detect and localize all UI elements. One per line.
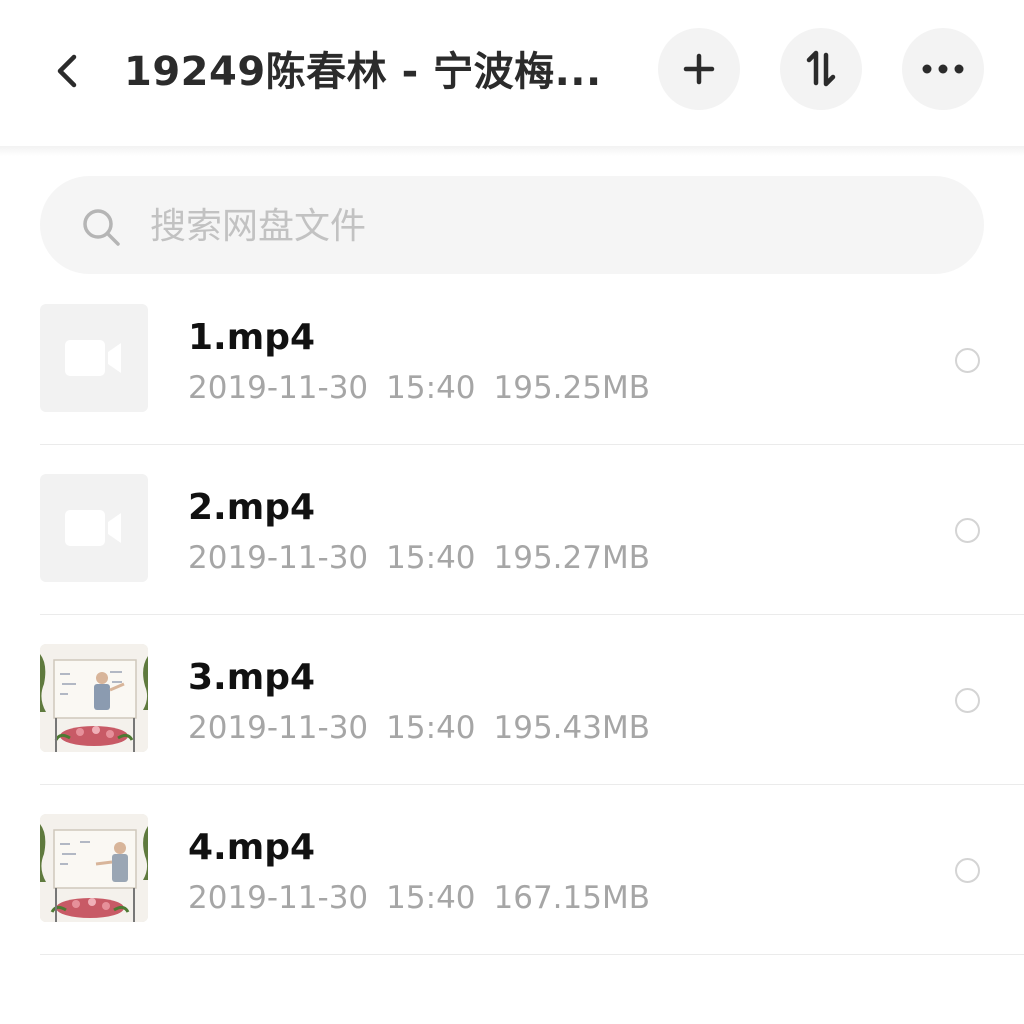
- video-frame-thumbnail: [40, 644, 148, 752]
- file-date: 2019-11-30: [188, 710, 369, 746]
- file-size: 195.43MB: [493, 710, 650, 746]
- file-meta: 2019-11-30 15:40 195.27MB: [188, 538, 668, 578]
- file-time: 15:40: [386, 880, 476, 916]
- page-title: 19249陈春林 - 宁波梅...: [124, 49, 602, 95]
- file-date: 2019-11-30: [188, 540, 369, 576]
- file-size: 195.27MB: [493, 540, 650, 576]
- file-time: 15:40: [386, 710, 476, 746]
- divider: [40, 954, 1024, 955]
- select-radio[interactable]: [955, 858, 980, 883]
- file-meta: 2019-11-30 15:40 167.15MB: [188, 878, 668, 918]
- file-time: 15:40: [386, 540, 476, 576]
- file-row[interactable]: 2.mp4 2019-11-30 15:40 195.27MB: [0, 474, 1024, 644]
- file-row[interactable]: 4.mp4 2019-11-30 15:40 167.15MB: [0, 814, 1024, 984]
- plus-icon: [683, 53, 715, 85]
- file-meta: 2019-11-30 15:40 195.43MB: [188, 708, 668, 748]
- search-input[interactable]: [150, 196, 910, 256]
- select-radio[interactable]: [955, 348, 980, 373]
- file-name: 3.mp4: [188, 657, 316, 698]
- file-row[interactable]: 3.mp4 2019-11-30 15:40 195.43MB: [0, 644, 1024, 814]
- file-date: 2019-11-30: [188, 370, 369, 406]
- search-icon: [83, 209, 120, 246]
- video-placeholder-icon: [40, 474, 148, 582]
- file-size: 195.25MB: [493, 370, 650, 406]
- back-button[interactable]: [44, 45, 90, 97]
- divider: [40, 444, 1024, 445]
- select-radio[interactable]: [955, 518, 980, 543]
- chevron-left-icon: [57, 54, 77, 88]
- add-button[interactable]: [658, 28, 740, 110]
- file-row[interactable]: 1.mp4 2019-11-30 15:40 195.25MB: [0, 304, 1024, 474]
- file-name: 2.mp4: [188, 487, 316, 528]
- select-radio[interactable]: [955, 688, 980, 713]
- sort-arrows-icon: [806, 50, 836, 87]
- divider: [40, 614, 1024, 615]
- file-date: 2019-11-30: [188, 880, 369, 916]
- file-meta: 2019-11-30 15:40 195.25MB: [188, 368, 668, 408]
- divider: [40, 784, 1024, 785]
- file-size: 167.15MB: [493, 880, 650, 916]
- more-dots-icon: [922, 64, 964, 74]
- video-frame-thumbnail: [40, 814, 148, 922]
- header-shadow: [0, 146, 1024, 156]
- file-name: 4.mp4: [188, 827, 316, 868]
- video-placeholder-icon: [40, 304, 148, 412]
- top-bar: 19249陈春林 - 宁波梅...: [0, 0, 1024, 146]
- file-name: 1.mp4: [188, 317, 316, 358]
- sort-button[interactable]: [780, 28, 862, 110]
- file-time: 15:40: [386, 370, 476, 406]
- more-button[interactable]: [902, 28, 984, 110]
